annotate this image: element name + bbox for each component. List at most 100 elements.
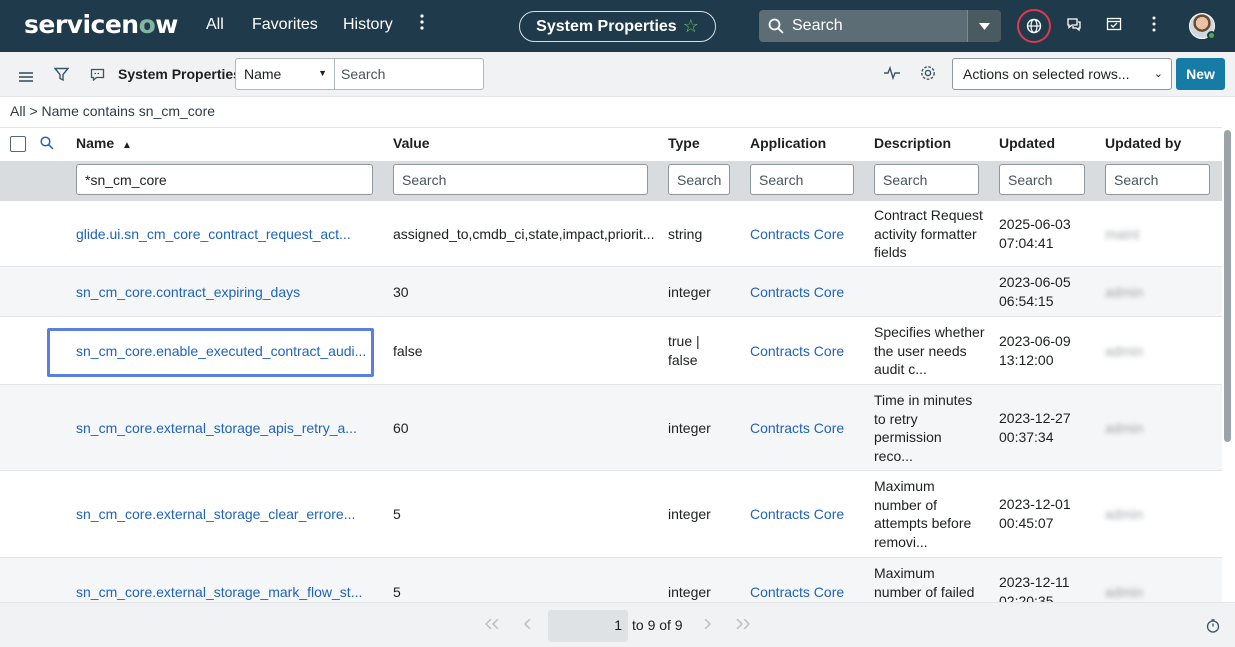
table-row[interactable]: sn_cm_core.external_storage_apis_retry_a…: [0, 385, 1222, 471]
row-type: integer: [668, 584, 711, 600]
row-application-link[interactable]: Contracts Core: [750, 342, 844, 361]
nav-favorites[interactable]: Favorites: [252, 16, 318, 34]
row-name-link[interactable]: glide.ui.sn_cm_core_contract_request_act…: [76, 225, 351, 244]
row-updated-by[interactable]: admin: [1105, 419, 1143, 438]
column-filter-row: *sn_cm_core Search Search Search Search …: [0, 161, 1222, 201]
updated-by-filter-input[interactable]: Search: [1105, 164, 1210, 195]
column-header-value[interactable]: Value: [393, 135, 430, 151]
search-icon[interactable]: [40, 136, 54, 153]
row-updated-by[interactable]: admin: [1105, 283, 1143, 302]
page-title: System Properties: [536, 17, 677, 35]
name-filter-input[interactable]: *sn_cm_core: [76, 164, 373, 195]
row-name-link[interactable]: sn_cm_core.contract_expiring_days: [76, 283, 300, 302]
row-application-link[interactable]: Contracts Core: [750, 583, 844, 602]
row-value: 60: [393, 420, 409, 436]
row-updated: 2023-12-27 00:37:34: [999, 410, 1071, 445]
description-filter-input[interactable]: Search: [874, 164, 979, 195]
page-title-pill[interactable]: System Properties ☆: [519, 11, 716, 42]
type-filter-input[interactable]: Search: [668, 164, 730, 195]
activity-icon[interactable]: [884, 65, 900, 83]
row-type: true | false: [668, 333, 700, 368]
actions-on-selected-rows-select[interactable]: Actions on selected rows... ⌄: [952, 58, 1172, 90]
column-header-name-label: Name: [76, 135, 115, 151]
row-name-link[interactable]: sn_cm_core.external_storage_clear_errore…: [76, 505, 355, 524]
row-type: string: [668, 226, 703, 242]
table-header: Name ▲ Value Type Application Descriptio…: [0, 128, 1222, 161]
row-updated-by[interactable]: admin: [1105, 505, 1143, 524]
updated-filter-input[interactable]: Search: [999, 164, 1085, 195]
star-icon[interactable]: ☆: [683, 16, 699, 37]
nav-all[interactable]: All: [206, 16, 224, 34]
gear-icon[interactable]: [920, 65, 936, 84]
page-number-input[interactable]: 1: [548, 610, 628, 642]
inbox-icon[interactable]: [1106, 16, 1122, 35]
last-page-icon[interactable]: [736, 618, 751, 632]
row-updated-by[interactable]: admin: [1105, 342, 1143, 361]
row-application-link[interactable]: Contracts Core: [750, 505, 844, 524]
keyboard-focus-outline: [47, 328, 374, 377]
row-value: 5: [393, 584, 401, 600]
row-name-link[interactable]: sn_cm_core.external_storage_mark_flow_st…: [76, 583, 362, 602]
nav-more-kebab-icon[interactable]: [420, 14, 424, 35]
row-type: integer: [668, 284, 711, 300]
filter-icon[interactable]: [53, 67, 70, 85]
row-value: 30: [393, 284, 409, 300]
new-button[interactable]: New: [1176, 58, 1225, 90]
search-scope-dropdown[interactable]: [967, 10, 1001, 42]
value-filter-input[interactable]: Search: [393, 164, 648, 195]
chevron-down-icon: ▼: [318, 68, 327, 78]
online-status-dot: [1207, 31, 1216, 40]
row-application-link[interactable]: Contracts Core: [750, 419, 844, 438]
row-description: Specifies whether the user needs audit c…: [874, 324, 985, 377]
search-field-select[interactable]: Name ▼: [235, 58, 335, 90]
list-toolbar: System Properties Name ▼ Search Actions …: [0, 52, 1235, 97]
row-description: Maximum number of attempts before removi…: [874, 478, 972, 550]
first-page-icon[interactable]: [484, 618, 499, 632]
previous-page-icon[interactable]: [523, 618, 531, 632]
breadcrumb[interactable]: All > Name contains sn_cm_core: [10, 103, 215, 119]
row-value: false: [393, 343, 423, 359]
chat-bubble-icon[interactable]: [90, 68, 105, 84]
column-header-description[interactable]: Description: [874, 135, 951, 151]
table-row[interactable]: glide.ui.sn_cm_core_contract_request_act…: [0, 201, 1222, 267]
application-filter-input[interactable]: Search: [750, 164, 854, 195]
row-description: Time in minutes to retry permission reco…: [874, 392, 973, 464]
global-search[interactable]: Search: [759, 10, 1001, 42]
globe-icon[interactable]: [1017, 9, 1051, 43]
select-all-checkbox[interactable]: [10, 136, 26, 152]
column-header-updated[interactable]: Updated: [999, 135, 1055, 151]
row-application-link[interactable]: Contracts Core: [750, 283, 844, 302]
row-updated-by[interactable]: admin: [1105, 583, 1143, 602]
avatar[interactable]: [1189, 13, 1216, 40]
column-header-type[interactable]: Type: [668, 135, 700, 151]
table-row[interactable]: sn_cm_core.external_storage_clear_errore…: [0, 471, 1222, 558]
row-name-link[interactable]: sn_cm_core.external_storage_apis_retry_a…: [76, 419, 357, 438]
column-header-name[interactable]: Name ▲: [76, 135, 132, 151]
row-updated: 2023-06-09 13:12:00: [999, 333, 1071, 368]
kebab-icon[interactable]: [1152, 16, 1156, 35]
pagination-bar: 1 to 9 of 9: [0, 602, 1235, 647]
global-search-input[interactable]: Search: [792, 17, 843, 35]
next-page-icon[interactable]: [704, 618, 712, 632]
row-application-link[interactable]: Contracts Core: [750, 225, 844, 244]
scrollbar-thumb[interactable]: [1224, 130, 1231, 442]
row-updated-by[interactable]: maint: [1105, 225, 1139, 244]
search-field-select-value: Name: [244, 66, 282, 82]
table-row[interactable]: sn_cm_core.external_storage_mark_flow_st…: [0, 558, 1222, 602]
list-title: System Properties: [118, 66, 241, 82]
clock-icon[interactable]: [1206, 619, 1220, 636]
menu-icon[interactable]: [19, 69, 33, 85]
column-header-application[interactable]: Application: [750, 135, 826, 151]
nav-history[interactable]: History: [343, 16, 393, 34]
row-description: Contract Request activity formatter fiel…: [874, 207, 983, 260]
row-type: integer: [668, 506, 711, 522]
servicenow-logo[interactable]: servicenow: [24, 10, 178, 39]
row-type: integer: [668, 420, 711, 436]
row-updated: 2023-12-11 02:20:35: [999, 574, 1070, 602]
list-search-input[interactable]: Search: [334, 58, 484, 90]
chat-icon[interactable]: [1066, 16, 1082, 35]
column-header-updated-by[interactable]: Updated by: [1105, 135, 1181, 151]
table-row[interactable]: sn_cm_core.contract_expiring_days 30 int…: [0, 267, 1222, 317]
sort-ascending-icon: ▲: [122, 140, 132, 151]
table-scrollbar[interactable]: [1224, 127, 1232, 602]
